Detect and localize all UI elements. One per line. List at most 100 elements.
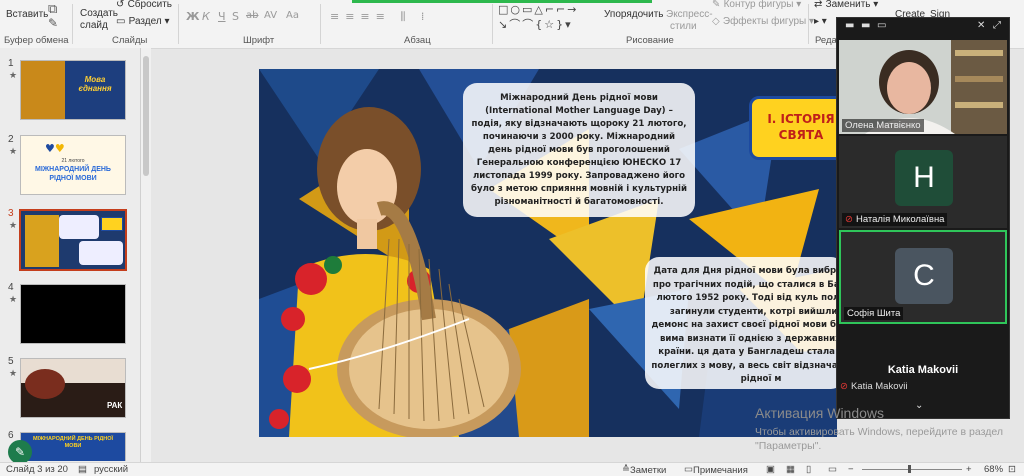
comments-button[interactable]: ▭ Примечания xyxy=(684,464,748,476)
participant-tile-sofia[interactable]: С Софія Шита xyxy=(839,230,1007,324)
zoom-in-button[interactable]: + xyxy=(966,464,972,475)
shadow-button[interactable]: S xyxy=(232,10,239,23)
thumbnail-number: 4 xyxy=(8,282,14,293)
thumbnail-image xyxy=(21,61,65,119)
slide-counter: Слайд 3 из 20 xyxy=(6,464,68,475)
zoom-slider-thumb[interactable] xyxy=(908,465,911,473)
select-button[interactable]: ▸ ▾ xyxy=(814,16,827,27)
copy-icon[interactable]: ⧉ xyxy=(48,2,57,17)
view-mode-icon[interactable]: ▬ xyxy=(845,20,854,31)
participant-name-bar: ⊘ Katia Makovii xyxy=(840,381,907,392)
reset-label: Сбросить xyxy=(127,0,173,10)
normal-view-icon[interactable]: ▣ xyxy=(766,464,775,475)
strikethrough-button[interactable]: ab xyxy=(246,10,258,21)
notes-button[interactable]: ≙ Заметки xyxy=(622,464,666,476)
divider xyxy=(72,4,73,44)
spellcheck-icon[interactable]: ▤ xyxy=(78,464,87,475)
mic-muted-icon: ⊘ xyxy=(840,381,848,392)
slides-group-label: Слайды xyxy=(112,35,148,46)
shape-effects-button[interactable]: ◇ Эффекты фигуры ▾ xyxy=(712,16,814,27)
pen-tool-icon[interactable]: ✎ xyxy=(8,440,32,464)
shape-outline-label: Контур фигуры xyxy=(723,0,794,10)
date-text-bubble[interactable]: Дата для Дня рідної мови була вибрана на… xyxy=(645,257,837,389)
format-painter-icon[interactable]: ✎ xyxy=(48,16,58,30)
participant-tile-natalia[interactable]: Н ⊘ Наталія Миколаївна xyxy=(839,136,1007,228)
drawing-group-label: Рисование xyxy=(626,35,674,46)
new-slide-button-label2[interactable]: слайд xyxy=(80,20,108,31)
thumbnail-image xyxy=(25,215,59,267)
thumbnail-slide-4[interactable] xyxy=(20,284,126,344)
new-slide-button[interactable]: Создать xyxy=(80,8,118,19)
scrollbar-thumb[interactable] xyxy=(143,56,149,176)
char-spacing-button[interactable]: AV xyxy=(264,10,277,21)
transition-star-icon: ★ xyxy=(9,70,18,80)
participant-tile-olena[interactable]: Олена Матвієнко xyxy=(839,40,1007,134)
paragraph-group-label: Абзац xyxy=(404,35,431,46)
minimize-icon[interactable]: ▬ xyxy=(861,20,870,31)
thumbnail-slide-6[interactable]: МІЖНАРОДНИЙ ДЕНЬ РІДНОЇ МОВИ xyxy=(20,432,126,461)
transition-star-icon: ★ xyxy=(9,294,18,304)
reset-slide-button[interactable]: ↺ Сбросить xyxy=(116,0,172,10)
participant-avatar: С xyxy=(895,248,953,304)
section-title: І. ІСТОРІЯ СВЯТА xyxy=(767,112,835,142)
font-group-label: Шрифт xyxy=(243,35,275,46)
paste-button[interactable]: Вставить xyxy=(6,9,48,20)
fit-slide-icon[interactable]: ⊡ xyxy=(1008,464,1016,475)
thumbnail-slide-1[interactable]: Мова єднання xyxy=(20,60,126,120)
layout-icon[interactable]: ▭ xyxy=(877,20,886,31)
underline-button[interactable]: Ч xyxy=(218,10,226,23)
slide-thumbnail-pane: 1 ★ Мова єднання 2 ★ ♥♥ 21 лютого МІЖНАР… xyxy=(0,48,141,462)
thumbnail-title: МІЖНАРОДНИЙ ДЕНЬ РІДНОЇ МОВИ xyxy=(35,166,111,182)
video-call-panel: ▬ ▬ ▭ ✕ ⤢ Олена Матвієнко Н ⊘ Наталія Мик… xyxy=(836,17,1010,419)
section-title-badge[interactable]: І. ІСТОРІЯ СВЯТА xyxy=(749,96,837,160)
thumbnail-number: 6 xyxy=(8,430,14,441)
divider xyxy=(808,4,809,44)
participant-name: Наталія Миколаївна xyxy=(855,214,945,225)
slide-sorter-icon[interactable]: ▦ xyxy=(786,464,795,475)
thumbnail-number: 1 xyxy=(8,58,14,69)
change-case-button[interactable]: Aa xyxy=(286,10,299,21)
zoom-level[interactable]: 68% xyxy=(984,464,1003,475)
language-indicator[interactable]: русский xyxy=(94,464,128,475)
thumbnail-scrollbar[interactable] xyxy=(141,48,151,462)
zoom-out-button[interactable]: − xyxy=(848,464,854,475)
video-panel-toolbar: ▬ ▬ ▭ ✕ ⤢ xyxy=(837,18,1009,38)
thumbnail-slide-5[interactable]: РАК xyxy=(20,358,126,418)
history-text: Міжнародний День рідної мови (Internatio… xyxy=(471,93,687,207)
zoom-slider[interactable] xyxy=(862,469,962,470)
italic-button[interactable]: К xyxy=(202,10,210,23)
section-label: Раздел xyxy=(128,16,162,27)
participant-name-bar: ⊘ Наталія Миколаївна xyxy=(842,213,948,226)
quick-styles-button-label2[interactable]: стили xyxy=(670,21,697,32)
section-button[interactable]: ▭ Раздел ▾ xyxy=(116,16,170,27)
thumbnail-title: РАК xyxy=(107,401,123,410)
participant-name: Олена Матвієнко xyxy=(842,119,924,132)
arrange-button[interactable]: Упорядочить xyxy=(604,9,664,20)
align-buttons[interactable]: ≡≡≡≡ ⫼ ⁞ xyxy=(330,10,430,24)
thumbnail-slide-2[interactable]: ♥♥ 21 лютого МІЖНАРОДНИЙ ДЕНЬ РІДНОЇ МОВ… xyxy=(20,135,126,195)
shape-outline-button[interactable]: ✎ Контур фигуры ▾ xyxy=(712,0,801,10)
chevron-down-icon[interactable]: ⌄ xyxy=(915,400,923,411)
reset-icon: ↺ xyxy=(116,0,128,10)
replace-button[interactable]: ⇄ Заменить ▾ xyxy=(814,0,878,10)
comments-label: Примечания xyxy=(692,465,748,476)
history-text-bubble[interactable]: Міжнародний День рідної мови (Internatio… xyxy=(463,83,695,217)
thumbnail-title: МІЖНАРОДНИЙ ДЕНЬ РІДНОЇ МОВИ xyxy=(32,436,114,449)
shapes-gallery[interactable]: □○▭△⌐⌐→ ↘⌒⌒{☆}▾ xyxy=(498,2,602,32)
reading-view-icon[interactable]: ▯ xyxy=(806,464,811,475)
clipboard-group-label: Буфер обмена xyxy=(4,35,69,46)
thumbnail-slide-3[interactable] xyxy=(19,209,127,271)
thumbnail-bubble xyxy=(79,241,123,265)
thumbnail-number: 3 xyxy=(8,208,14,219)
thumbnail-title: Мова єднання xyxy=(78,75,112,93)
windows-activation-text: Чтобы активировать Windows, перейдите в … xyxy=(755,426,1003,452)
expand-icon[interactable]: ⤢ xyxy=(993,20,1001,31)
bold-button[interactable]: Ж xyxy=(186,10,199,23)
close-icon[interactable]: ✕ xyxy=(977,20,985,31)
quick-styles-button[interactable]: Экспресс- xyxy=(666,9,713,20)
transition-star-icon: ★ xyxy=(9,368,18,378)
slideshow-icon[interactable]: ▭ xyxy=(828,464,837,475)
mic-muted-icon: ⊘ xyxy=(845,214,853,225)
slide-canvas[interactable]: Міжнародний День рідної мови (Internatio… xyxy=(259,69,837,437)
divider xyxy=(320,4,321,44)
